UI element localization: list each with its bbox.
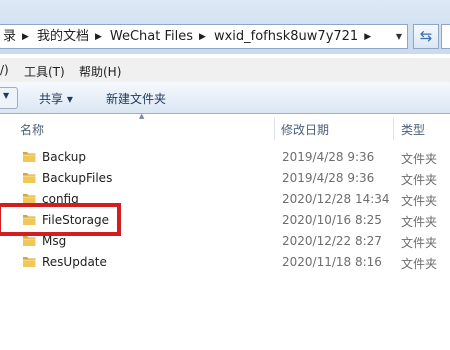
column-divider[interactable] — [393, 118, 394, 140]
file-name: BackupFiles — [42, 171, 113, 185]
folder-icon — [22, 150, 37, 163]
table-row[interactable]: Backup 2019/4/28 9:36 文件夹 — [0, 147, 450, 168]
file-type: 文件夹 — [401, 236, 438, 250]
breadcrumb-item-wechat-files[interactable]: WeChat Files — [110, 25, 193, 48]
file-name: ResUpdate — [42, 255, 107, 269]
chevron-down-icon: ▼ — [3, 91, 10, 100]
file-modified: 2020/10/16 8:25 — [282, 213, 382, 227]
breadcrumb-separator-icon[interactable]: ▶ — [95, 26, 102, 49]
file-name: Backup — [42, 150, 86, 164]
highlight-box — [0, 203, 121, 236]
file-type: 文件夹 — [401, 215, 438, 229]
breadcrumb-separator-icon[interactable]: ▶ — [199, 26, 206, 49]
column-header-modified[interactable]: 修改日期 — [281, 121, 329, 138]
file-modified: 2020/11/18 8:16 — [282, 255, 382, 269]
file-type: 文件夹 — [401, 257, 438, 271]
column-header-name[interactable]: 名称 — [20, 121, 44, 138]
column-header: 名称 修改日期 类型 — [0, 116, 450, 142]
file-modified: 2020/12/28 14:34 — [282, 192, 390, 206]
address-bar[interactable]: 录 ▶ 我的文档 ▶ WeChat Files ▶ wxid_fofhsk8uw7y721 ▶… — [0, 24, 408, 49]
new-folder-button[interactable]: 新建文件夹 — [106, 90, 166, 107]
column-divider[interactable] — [274, 118, 275, 140]
file-type: 文件夹 — [401, 173, 438, 187]
address-bar-area: 录 ▶ 我的文档 ▶ WeChat Files ▶ wxid_fofhsk8uw7y721 ▶… — [0, 0, 450, 54]
menu-item-help[interactable]: 帮助(H) — [79, 63, 121, 80]
file-modified: 2020/12/22 8:27 — [282, 234, 382, 248]
column-header-type[interactable]: 类型 — [401, 121, 425, 138]
refresh-icon: ⇆ — [419, 27, 433, 45]
organize-button[interactable]: ▼ — [0, 87, 18, 109]
table-row[interactable]: BackupFiles 2019/4/28 9:36 文件夹 — [0, 168, 450, 189]
breadcrumb-item-my-documents[interactable]: 我的文档 — [37, 25, 89, 48]
search-box-edge[interactable] — [441, 24, 450, 49]
breadcrumb-item-wxid[interactable]: wxid_fofhsk8uw7y721 — [214, 25, 358, 48]
file-modified: 2019/4/28 9:36 — [282, 171, 375, 185]
file-type: 文件夹 — [401, 194, 438, 208]
file-modified: 2019/4/28 9:36 — [282, 150, 375, 164]
table-row[interactable]: ResUpdate 2020/11/18 8:16 文件夹 — [0, 252, 450, 273]
menu-item-tools[interactable]: 工具(T) — [24, 63, 65, 80]
command-bar: ▼ 共享 ▾ 新建文件夹 — [0, 82, 450, 114]
menu-item-view[interactable]: /) — [0, 63, 9, 77]
refresh-button[interactable]: ⇆ — [413, 24, 439, 49]
file-type: 文件夹 — [401, 152, 438, 166]
breadcrumb: 录 ▶ 我的文档 ▶ WeChat Files ▶ wxid_fofhsk8uw7y721 ▶ — [3, 25, 379, 48]
breadcrumb-item-library[interactable]: 录 — [3, 25, 16, 48]
breadcrumb-separator-icon[interactable]: ▶ — [364, 26, 371, 49]
chevron-down-icon[interactable]: ▼ — [392, 26, 406, 47]
breadcrumb-separator-icon[interactable]: ▶ — [22, 26, 29, 49]
share-button[interactable]: 共享 ▾ — [39, 90, 73, 107]
folder-icon — [22, 171, 37, 184]
file-name: Msg — [42, 234, 67, 248]
folder-icon — [22, 255, 37, 268]
menu-bar: /) 工具(T) 帮助(H) — [0, 58, 450, 82]
